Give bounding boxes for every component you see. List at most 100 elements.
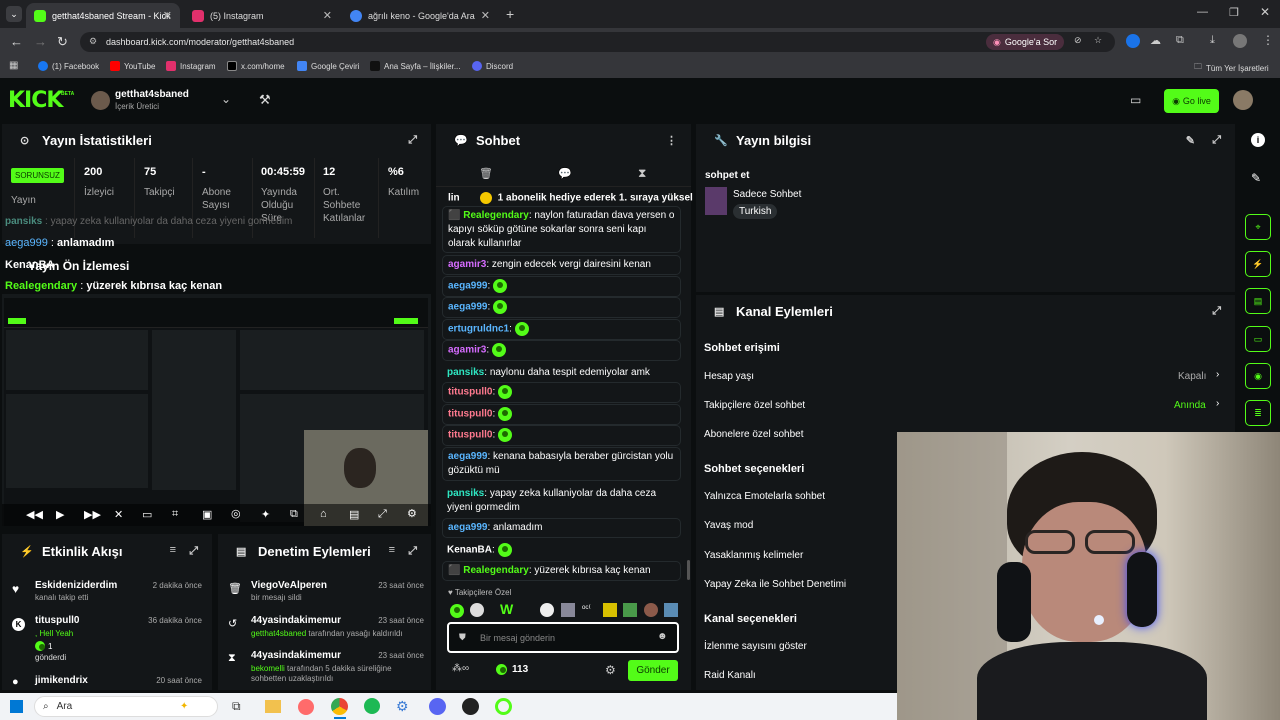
hammer-icon[interactable]: ⚒ — [259, 92, 271, 108]
row-raid-channel[interactable]: Raid Kanalı — [704, 670, 756, 681]
emote-icon[interactable] — [644, 603, 658, 617]
kick-app-icon[interactable] — [495, 698, 512, 715]
emote-icon[interactable]: ᵒᶜ⁽ — [582, 603, 591, 614]
menu-icon[interactable]: ⋮ — [1262, 33, 1274, 47]
minimize-button[interactable]: — — [1197, 6, 1208, 18]
chat-bubble-icon[interactable]: ▭ — [1245, 326, 1271, 352]
file-explorer-icon[interactable] — [265, 700, 281, 713]
settings-icon[interactable]: ⚙ — [407, 507, 417, 520]
close-window-button[interactable]: ✕ — [1260, 5, 1270, 19]
pip-icon[interactable]: ⧉ — [290, 508, 298, 521]
video-player[interactable]: ◀◀ ▶ ▶▶ ✕ ▭ ⌗ ▣ ◎ ✦ ⧉ ⌂ ▤ ⤢ ⚙ — [2, 294, 431, 526]
reload-icon[interactable]: ↻ — [57, 34, 68, 50]
bookmark-x[interactable]: x.com/home — [227, 61, 285, 71]
mute-icon[interactable]: ✕ — [114, 508, 123, 521]
bookmark-instagram[interactable]: Instagram — [166, 61, 216, 71]
app-icon[interactable] — [462, 698, 479, 715]
profile-avatar[interactable] — [1233, 34, 1247, 48]
forward-icon[interactable]: ▶▶ — [84, 508, 101, 521]
site-info-icon[interactable]: ⚙ — [89, 36, 97, 47]
tab-search-icon[interactable]: ⌄ — [6, 6, 22, 22]
pencil-icon[interactable]: ✎ — [1251, 171, 1261, 185]
emoji-icon[interactable]: ☻ — [657, 631, 668, 642]
emote-icon[interactable] — [561, 603, 575, 617]
popout-icon[interactable]: ⤢ — [189, 545, 198, 558]
edit-icon[interactable]: ✎ — [1186, 134, 1195, 147]
record-icon[interactable]: ◎ — [231, 507, 241, 520]
focus-icon[interactable]: ⌖ — [1245, 214, 1271, 240]
user-avatar[interactable] — [1233, 90, 1253, 110]
go-live-button[interactable]: ◉ Go live — [1164, 89, 1219, 113]
emote-icon[interactable] — [603, 603, 617, 617]
row-account-age[interactable]: Hesap yaşı Kapalı › — [704, 369, 1224, 382]
trash-icon[interactable]: 🗑 — [479, 167, 493, 180]
row-followers-only[interactable]: Takipçilere özel sohbet Anında › — [704, 398, 1224, 411]
fullscreen-icon[interactable]: ⤢ — [378, 508, 387, 521]
row-ai-moderation[interactable]: Yapay Zeka ile Sohbet Denetimi — [704, 579, 846, 590]
download-icon[interactable]: ⤓ — [1210, 34, 1215, 47]
extension-icon[interactable] — [1126, 34, 1140, 48]
bookmark-youtube[interactable]: YouTube — [110, 61, 155, 71]
filter-icon[interactable]: ≡ — [170, 544, 176, 556]
category-name[interactable]: Sadece Sohbet — [733, 189, 801, 200]
row-show-viewcount[interactable]: İzlenme sayısını göster — [704, 641, 807, 652]
pinned-gift-banner[interactable]: lin 1 abonelik hediye ederek 1. sıraya yü… — [448, 192, 693, 204]
rewind-icon[interactable]: ◀◀ — [26, 508, 43, 521]
close-tab-icon[interactable]: ✕ — [323, 9, 332, 22]
kick-logo[interactable]: KICK — [8, 88, 63, 113]
lightning-icon[interactable]: ⚡ — [1245, 251, 1271, 277]
channel-points[interactable]: 113 — [496, 664, 528, 675]
filter-icon[interactable]: ≡ — [389, 544, 395, 556]
popout-icon[interactable]: ⤢ — [1212, 305, 1221, 318]
popout-icon[interactable]: ⤢ — [408, 545, 417, 558]
bookmark-facebook[interactable]: (1) Facebook — [38, 61, 99, 71]
close-tab-icon[interactable]: ✕ — [163, 9, 172, 22]
row-slow-mode[interactable]: Yavaş mod — [704, 520, 753, 531]
chat-settings-icon[interactable]: ⚙ — [605, 663, 616, 677]
eye-off-icon[interactable]: ⊘ — [1074, 35, 1082, 46]
close-tab-icon[interactable]: ✕ — [481, 9, 490, 22]
app-icon[interactable] — [298, 699, 314, 715]
tab-google[interactable]: ağrılı keno - Google'da Ara ✕ — [342, 3, 498, 28]
bookmark-discord[interactable]: Discord — [472, 61, 513, 71]
tab-kick[interactable]: getthat4sbaned Stream - Kick ✕ — [26, 3, 180, 28]
row-banned-words[interactable]: Yasaklanmış kelimeler — [704, 550, 803, 561]
frame-icon[interactable]: ▣ — [202, 508, 212, 521]
apps-icon[interactable]: ▦ — [9, 60, 18, 71]
popout-icon[interactable]: ⤢ — [1212, 134, 1221, 147]
chrome-icon[interactable] — [331, 698, 348, 715]
hourglass-icon[interactable]: ⧗ — [638, 166, 646, 181]
new-tab-button[interactable]: + — [506, 6, 514, 22]
discord-icon[interactable] — [429, 698, 446, 715]
theater-icon[interactable]: ▤ — [349, 508, 359, 521]
channel-avatar[interactable] — [91, 91, 110, 110]
camera-icon[interactable]: ▭ — [142, 508, 152, 521]
clipboard-icon[interactable]: ▤ — [1245, 288, 1271, 314]
bookmark-relations[interactable]: Ana Sayfa – İlişkiler... — [370, 61, 460, 71]
list-icon[interactable]: ≣ — [1245, 400, 1271, 426]
start-icon[interactable] — [10, 700, 23, 713]
bookmark-star-icon[interactable]: ☆ — [1094, 35, 1102, 46]
spotify-icon[interactable] — [364, 698, 380, 714]
theater-icon[interactable]: ▭ — [1130, 93, 1141, 107]
emote-icon[interactable] — [540, 603, 554, 617]
chat-users-icon[interactable]: ⁂∞ — [452, 663, 469, 674]
play-icon[interactable]: ▶ — [56, 508, 64, 521]
info-icon[interactable]: i — [1251, 133, 1265, 147]
emote-icon[interactable] — [470, 603, 484, 617]
broadcast-icon[interactable]: ◉ — [1245, 363, 1271, 389]
emote-icon[interactable] — [450, 603, 464, 618]
chat-input[interactable]: ⛊ Bir mesaj gönderin ☻ — [447, 622, 679, 653]
extension-icon[interactable]: ☁ — [1150, 34, 1161, 47]
message-icon[interactable]: 💬 — [558, 167, 572, 180]
chat-scrollbar[interactable] — [687, 560, 690, 580]
clip-icon[interactable]: ⌂ — [320, 508, 327, 520]
emote-w-icon[interactable]: W — [500, 601, 513, 617]
emote-icon[interactable] — [664, 603, 678, 617]
settings-icon[interactable]: ⚙ — [396, 698, 409, 715]
popout-icon[interactable]: ⤢ — [408, 134, 417, 147]
taskbar-search[interactable]: ⌕ Ara ✦ — [34, 696, 218, 717]
google-ask-button[interactable]: ◉ Google'a Sor — [986, 34, 1065, 50]
all-bookmarks[interactable]: 🗀 Tüm Yer İşaretleri — [1194, 61, 1269, 75]
forward-icon[interactable]: → — [34, 34, 47, 49]
